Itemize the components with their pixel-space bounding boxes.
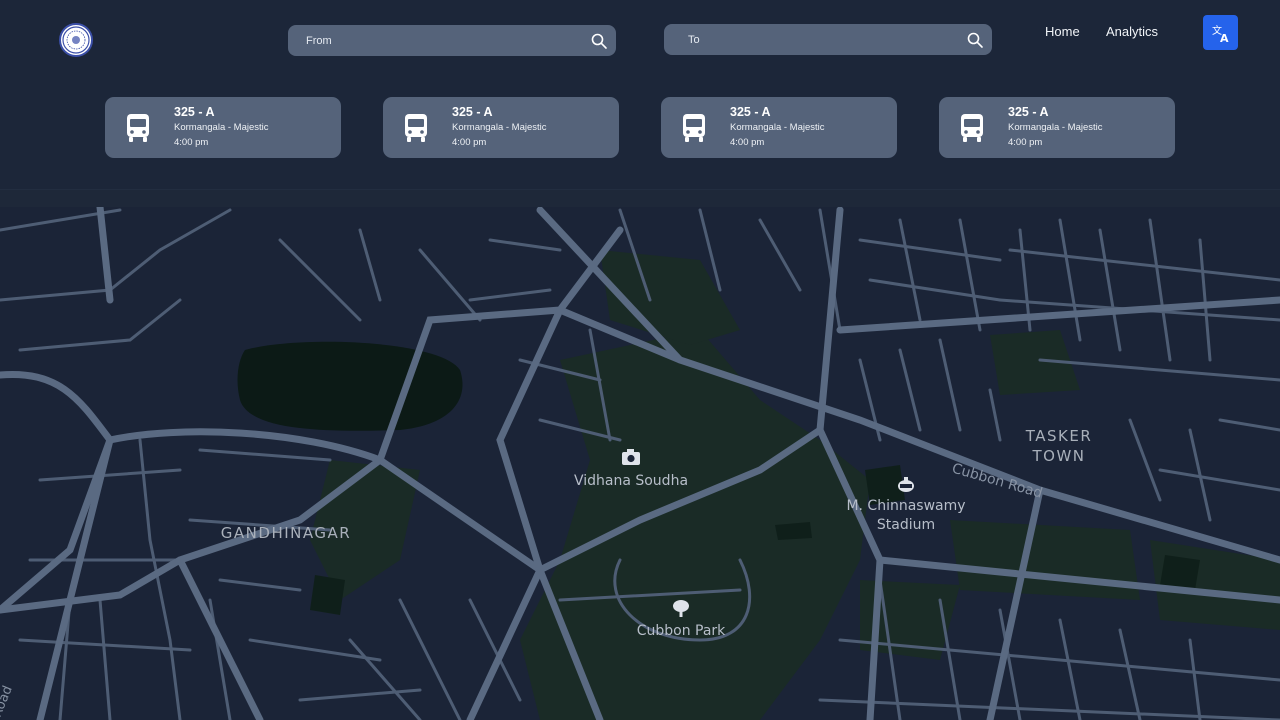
nav-analytics-link[interactable]: Analytics — [1106, 24, 1158, 39]
map-label-gandhinagar: GANDHINAGAR — [221, 524, 351, 542]
map-label-vidhana-soudha: Vidhana Soudha — [574, 473, 688, 489]
search-icon[interactable] — [966, 31, 984, 49]
route-card[interactable]: 325 - A Kormangala - Majestic 4:00 pm — [383, 97, 619, 158]
route-time: 4:00 pm — [1008, 137, 1043, 148]
from-input[interactable] — [306, 25, 590, 56]
route-card[interactable]: 325 - A Kormangala - Majestic 4:00 pm — [105, 97, 341, 158]
lake-area — [237, 341, 463, 431]
emblem-logo[interactable] — [59, 23, 93, 57]
route-number: 325 - A — [452, 105, 493, 119]
translate-button[interactable]: 文 A — [1203, 15, 1238, 50]
header-divider — [0, 189, 1280, 208]
bus-icon — [405, 114, 427, 142]
svg-text:A: A — [1220, 32, 1229, 44]
top-bar — [0, 0, 1280, 190]
route-path: Kormangala - Majestic — [1008, 122, 1103, 133]
route-time: 4:00 pm — [452, 137, 487, 148]
route-path: Kormangala - Majestic — [730, 122, 825, 133]
map-label-tasker-line1: TASKER — [1025, 427, 1093, 445]
route-time: 4:00 pm — [730, 137, 765, 148]
from-search-box[interactable] — [288, 25, 616, 56]
bus-icon — [127, 114, 149, 142]
search-icon[interactable] — [590, 32, 608, 50]
route-time: 4:00 pm — [174, 137, 209, 148]
bus-icon — [961, 114, 983, 142]
translate-icon: 文 A — [1212, 24, 1229, 44]
to-input[interactable] — [688, 24, 966, 55]
route-number: 325 - A — [174, 105, 215, 119]
map-label-stadium-line1: M. Chinnaswamy — [846, 498, 965, 514]
route-card[interactable]: 325 - A Kormangala - Majestic 4:00 pm — [661, 97, 897, 158]
bus-icon — [683, 114, 705, 142]
route-number: 325 - A — [1008, 105, 1049, 119]
route-number: 325 - A — [730, 105, 771, 119]
map-label-stadium-line2: Stadium — [877, 517, 935, 533]
to-search-box[interactable] — [664, 24, 992, 55]
map-view[interactable]: Vidhana Soudha GANDHINAGAR Cubbon Park M… — [0, 207, 1280, 720]
route-path: Kormangala - Majestic — [452, 122, 547, 133]
map-label-cubbon-park: Cubbon Park — [637, 623, 726, 639]
map-label-tasker-line2: TOWN — [1031, 447, 1085, 465]
nav-home-link[interactable]: Home — [1045, 24, 1080, 39]
route-card[interactable]: 325 - A Kormangala - Majestic 4:00 pm — [939, 97, 1175, 158]
route-path: Kormangala - Majestic — [174, 122, 269, 133]
map-canvas[interactable]: Vidhana Soudha GANDHINAGAR Cubbon Park M… — [0, 207, 1280, 720]
